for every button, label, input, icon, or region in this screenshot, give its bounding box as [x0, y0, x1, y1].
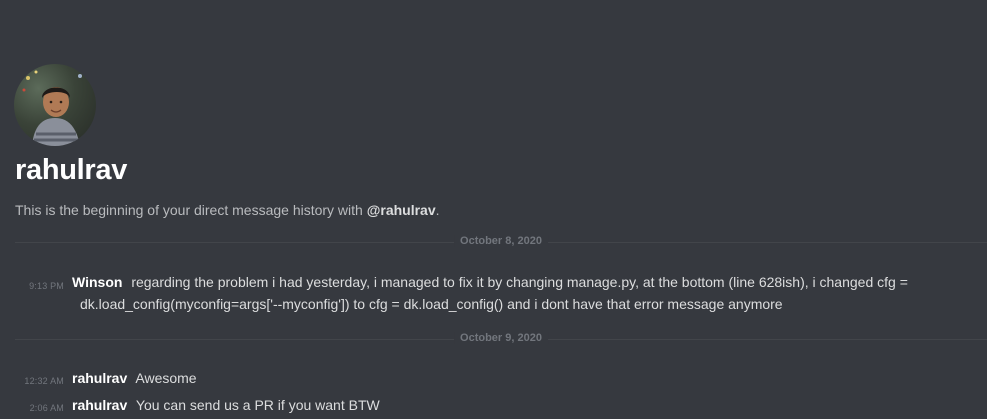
message-item[interactable]: 12:32 AM rahulrav Awesome — [0, 367, 977, 389]
intro-handle[interactable]: @rahulrav — [367, 202, 436, 218]
message-author[interactable]: rahulrav — [72, 370, 127, 386]
intro-suffix: . — [435, 202, 440, 218]
message-text: Awesome — [135, 370, 197, 386]
date-divider-label: October 9, 2020 — [454, 332, 548, 344]
message-text: You can send us a PR if you want BTW — [135, 397, 380, 413]
date-divider: October 8, 2020 — [15, 235, 987, 247]
dm-recipient-username: rahulrav — [15, 154, 128, 186]
message-timestamp[interactable]: 9:13 PM — [0, 275, 64, 297]
message-author[interactable]: rahulrav — [72, 397, 127, 413]
avatar-image — [22, 70, 82, 146]
date-divider-label: October 8, 2020 — [454, 235, 548, 247]
message-item[interactable]: 2:06 AM rahulrav You can send us a PR if… — [0, 394, 977, 416]
message-text-continued: dk.load_config(myconfig=args['--myconfig… — [80, 296, 783, 312]
message-text: regarding the problem i had yesterday, i… — [131, 274, 908, 290]
message-item[interactable]: 9:13 PM Winson regarding the problem i h… — [0, 271, 977, 315]
message-author[interactable]: Winson — [72, 274, 122, 290]
message-timestamp[interactable]: 12:32 AM — [0, 370, 64, 392]
date-divider: October 9, 2020 — [15, 332, 987, 344]
dm-intro-text: This is the beginning of your direct mes… — [15, 202, 440, 218]
message-timestamp[interactable]: 2:06 AM — [0, 397, 64, 419]
intro-prefix: This is the beginning of your direct mes… — [15, 202, 367, 218]
profile-avatar[interactable] — [14, 64, 96, 146]
